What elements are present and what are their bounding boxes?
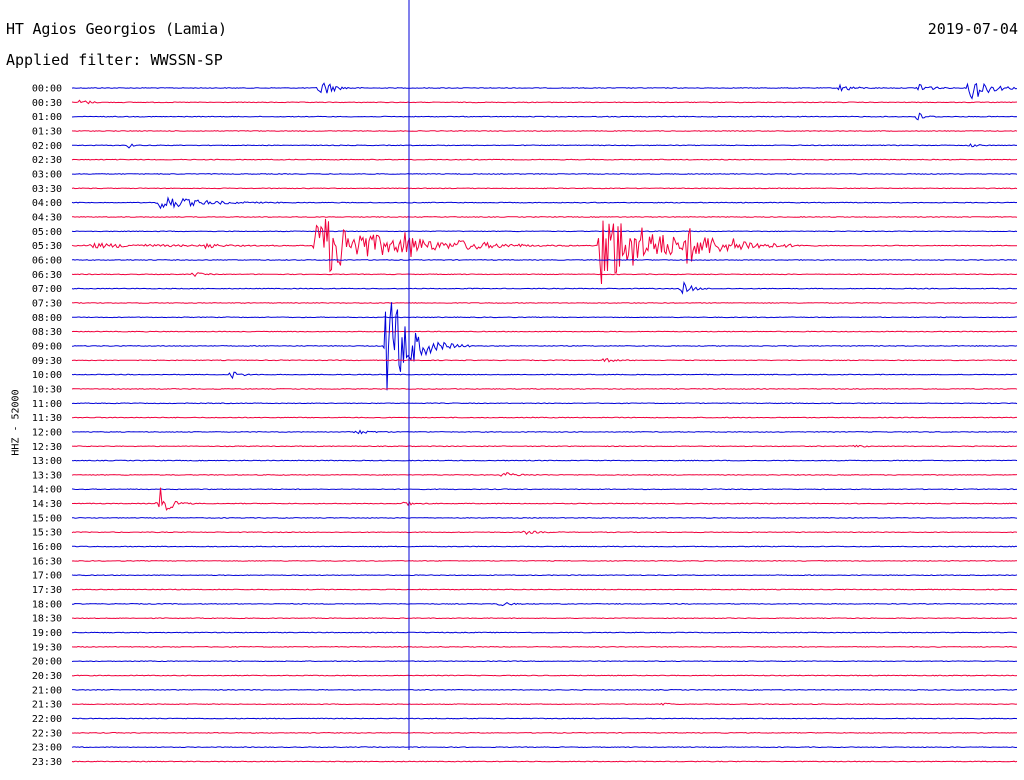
row-time-label: 02:00 [32,141,62,152]
trace-row-2030 [71,674,1018,677]
row-time-label: 01:00 [32,112,62,123]
trace-row-0700 [71,280,1018,295]
trace-row-0230 [71,158,1018,161]
trace-row-0330 [71,187,1018,190]
row-time-label: 20:00 [32,657,62,668]
row-time-label: 11:30 [32,413,62,424]
row-time-label: 12:00 [32,427,62,438]
trace-row-2100 [72,688,1017,691]
row-time-label: 17:30 [32,585,62,596]
row-time-label: 10:30 [32,384,62,395]
trace-row-1100 [71,402,1018,405]
trace-row-0130 [71,130,1018,132]
trace-row-1730 [72,588,1018,591]
row-time-label: 22:30 [32,728,62,739]
row-time-label: 03:30 [32,184,62,195]
trace-row-1200 [71,429,1018,435]
trace-row-0500 [71,230,1018,233]
trace-row-1930 [71,645,1018,648]
row-time-label: 21:00 [32,685,62,696]
row-time-label: 05:00 [32,227,62,238]
row-time-label: 03:00 [32,169,62,180]
trace-row-0600 [71,259,1017,261]
trace-row-1300 [71,459,1018,462]
row-time-label: 17:00 [32,571,62,582]
row-time-label: 00:00 [32,84,62,95]
row-time-label: 07:30 [32,298,62,309]
trace-row-2230 [71,731,1018,734]
trace-row-0830 [71,330,1018,333]
trace-row-0900 [71,302,1018,391]
trace-row-1900 [71,631,1018,634]
row-time-label: 10:00 [32,370,62,381]
trace-row-0800 [71,316,1018,319]
trace-row-2300 [71,746,1018,749]
traces [71,82,1018,763]
trace-row-0100 [71,112,1018,121]
row-time-label: 09:30 [32,356,62,367]
row-time-label: 19:30 [32,642,62,653]
row-time-label: 07:00 [32,284,62,295]
row-time-label: 08:30 [32,327,62,338]
row-time-label: 14:00 [32,485,62,496]
trace-row-0730 [71,302,1018,304]
row-time-label: 11:00 [32,399,62,410]
trace-row-1430 [72,487,1018,511]
trace-row-0300 [72,173,1018,175]
row-time-label: 06:00 [32,255,62,266]
trace-row-0630 [71,272,1018,278]
trace-row-2330 [71,760,1018,763]
row-time-label: 13:00 [32,456,62,467]
trace-row-1230 [71,444,1018,448]
trace-row-0400 [71,196,1018,210]
row-time-label: 22:00 [32,714,62,725]
trace-row-0200 [71,143,1017,149]
trace-row-0430 [71,216,1018,218]
row-time-label: 04:00 [32,198,62,209]
trace-row-1500 [72,517,1018,519]
trace-row-2200 [71,717,1018,720]
row-time-label: 14:30 [32,499,62,510]
trace-row-1330 [71,472,1018,477]
seismogram-plot: 00:00 00:30 01:00 01:30 02:00 02:30 03:00 03:30… [32,0,1018,769]
row-time-label: 13:30 [32,470,62,481]
row-time-label: 19:00 [32,628,62,639]
trace-row-1130 [71,416,1017,419]
trace-row-0030 [71,99,1018,105]
trace-row-2000 [71,660,1018,663]
row-time-label: 04:30 [32,212,62,223]
row-time-label: 23:30 [32,757,62,768]
row-time-label: 15:30 [32,528,62,539]
trace-row-2130 [71,702,1018,706]
row-labels: 00:00 00:30 01:00 01:30 02:00 02:30 03:00 03:30… [32,84,62,769]
row-time-label: 02:30 [32,155,62,166]
row-time-label: 23:00 [32,743,62,754]
trace-row-1400 [71,488,1018,491]
row-time-label: 16:00 [32,542,62,553]
row-time-label: 12:30 [32,442,62,453]
row-time-label: 06:30 [32,270,62,281]
row-time-label: 21:30 [32,700,62,711]
trace-row-0000 [71,82,1018,100]
row-time-label: 18:30 [32,614,62,625]
row-time-label: 09:00 [32,341,62,352]
row-time-label: 01:30 [32,126,62,137]
row-time-label: 15:00 [32,513,62,524]
trace-row-1830 [72,617,1018,620]
row-time-label: 16:30 [32,556,62,567]
trace-row-1600 [72,545,1018,548]
trace-row-1530 [71,530,1018,536]
trace-row-0930 [71,357,1018,363]
row-time-label: 00:30 [32,98,62,109]
trace-row-1000 [71,371,1018,380]
row-time-label: 05:30 [32,241,62,252]
trace-row-1030 [71,388,1018,390]
trace-row-1630 [71,559,1018,562]
row-time-label: 20:30 [32,671,62,682]
row-time-label: 08:00 [32,313,62,324]
trace-row-1700 [71,574,1018,577]
trace-row-1800 [72,601,1018,607]
row-time-label: 18:00 [32,599,62,610]
